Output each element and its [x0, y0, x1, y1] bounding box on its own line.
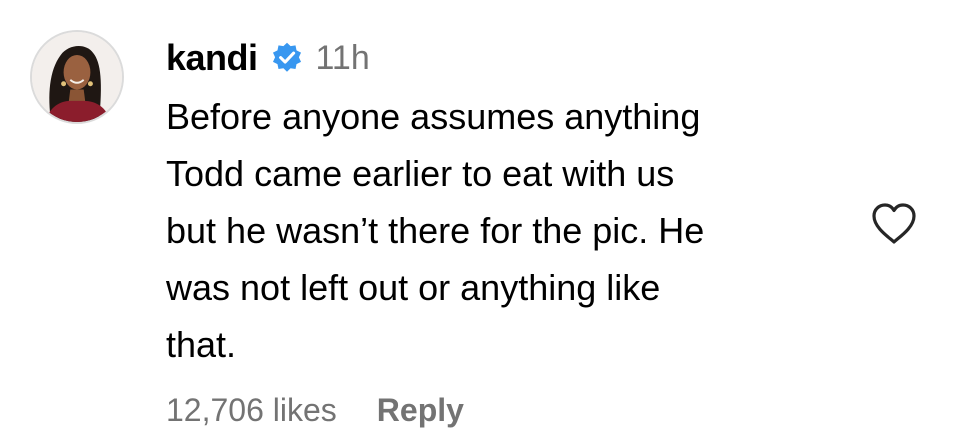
- comment-footer: 12,706 likes Reply: [166, 388, 464, 432]
- heart-outline-icon: [872, 203, 916, 244]
- comment-text-line: Todd came earlier to eat with us: [166, 153, 675, 194]
- comment-text-line: Before anyone assumes anything: [166, 96, 701, 137]
- avatar-image: [32, 32, 122, 122]
- likes-count[interactable]: 12,706 likes: [166, 392, 337, 429]
- comment-text: Before anyone assumes anything Todd came…: [166, 88, 866, 373]
- reply-button[interactable]: Reply: [377, 392, 464, 429]
- verified-badge-icon: [270, 41, 304, 75]
- avatar[interactable]: [30, 30, 124, 124]
- timestamp[interactable]: 11h: [316, 39, 370, 78]
- comment-text-line: was not left out or anything like: [166, 267, 661, 308]
- comment-header: kandi 11h: [166, 32, 370, 84]
- comment: kandi 11h Before anyone assumes anything…: [0, 0, 960, 443]
- comment-text-line: that.: [166, 324, 237, 365]
- comment-text-line: but he wasn’t there for the pic. He: [166, 210, 705, 251]
- like-button[interactable]: [870, 202, 918, 246]
- username[interactable]: kandi: [166, 37, 258, 79]
